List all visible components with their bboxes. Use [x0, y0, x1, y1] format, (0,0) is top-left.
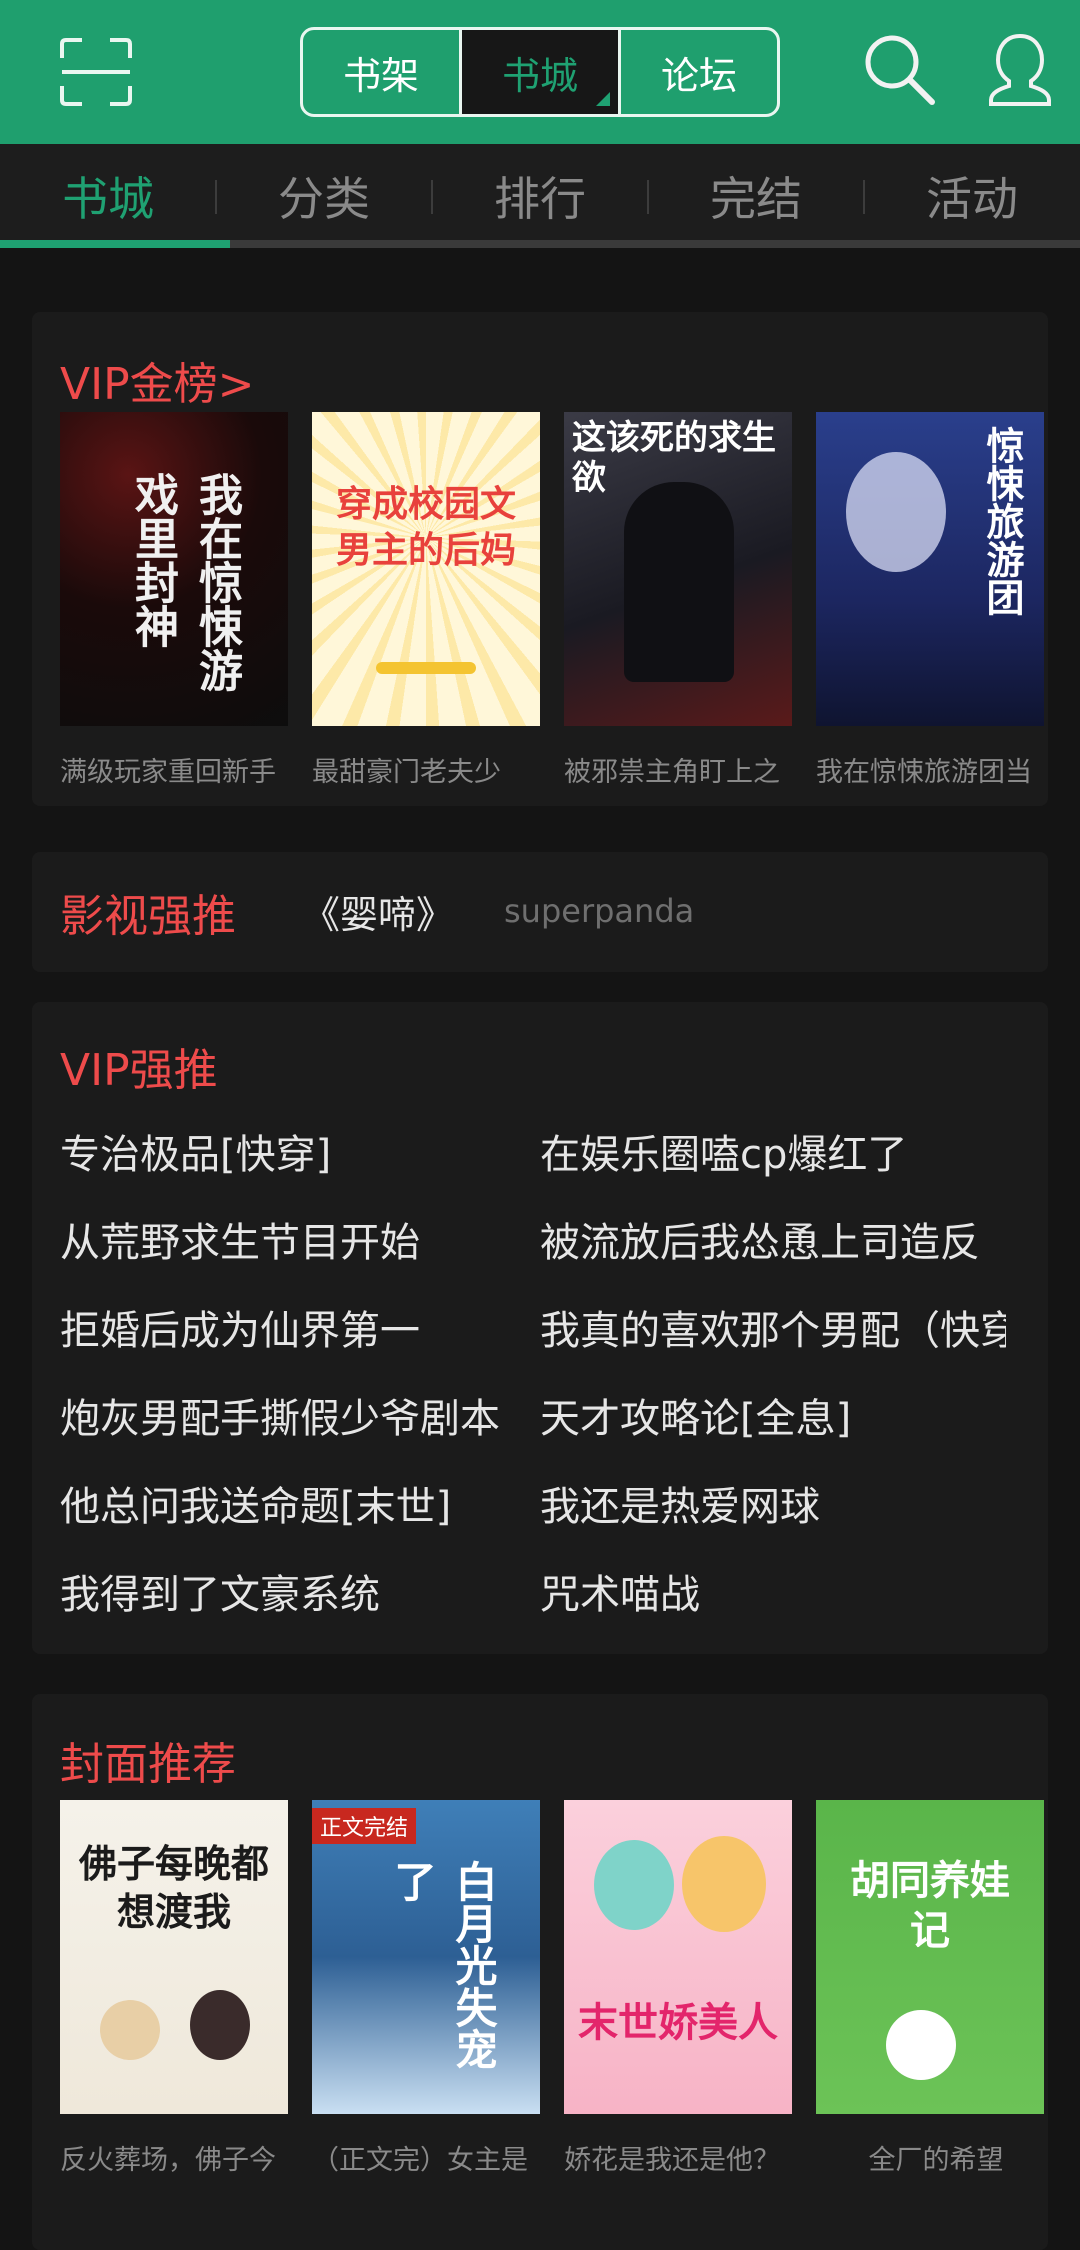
- cover-title: 胡同养娃记: [850, 1858, 1010, 1954]
- vip-gold-title[interactable]: VIP金榜>: [60, 348, 254, 412]
- book-cover: 我在惊悚游戏里封神: [60, 412, 288, 726]
- list-item[interactable]: 咒术喵战: [540, 1562, 1006, 1620]
- list-item[interactable]: 我还是热爱网球: [540, 1474, 1006, 1532]
- segment-bookstore-label: 书城: [501, 53, 578, 98]
- book-desc: 最甜豪门老夫少: [312, 757, 501, 788]
- list-item[interactable]: 天才攻略论[全息]: [540, 1386, 1006, 1444]
- tab-divider: [431, 180, 433, 214]
- book-cover: 惊悚旅游团: [816, 412, 1044, 726]
- cover-title: 这该死的求生欲: [572, 418, 776, 498]
- list-item[interactable]: 在娱乐圈嗑cp爆红了: [540, 1122, 1006, 1180]
- completed-badge: 正文完结: [312, 1808, 417, 1844]
- vip-push-section: VIP强推 专治极品[快穿] 从荒野求生节目开始 拒婚后成为仙界第一 炮灰男配手…: [32, 1002, 1048, 1654]
- book-item[interactable]: 胡同养娃记 全厂的希望: [816, 1800, 1044, 2177]
- book-desc: 满级玩家重回新手: [60, 757, 276, 788]
- tab-events[interactable]: 活动: [864, 144, 1080, 248]
- book-item[interactable]: 惊悚旅游团 我在惊悚旅游团当: [816, 412, 1044, 789]
- book-item[interactable]: 正文完结 白月光失宠了 （正文完）女主是: [312, 1800, 540, 2177]
- tab-rankings[interactable]: 排行: [432, 144, 648, 248]
- segment-bookstore[interactable]: 书城: [462, 30, 621, 114]
- cover-figure: [886, 2010, 956, 2080]
- list-item[interactable]: 拒婚后成为仙界第一: [60, 1298, 540, 1356]
- tab-label: 书城: [62, 172, 154, 226]
- film-book-title: 《婴啼》: [302, 893, 455, 937]
- list-item[interactable]: 专治极品[快穿]: [60, 1122, 540, 1180]
- book-item[interactable]: 这该死的求生欲 被邪祟主角盯上之: [564, 412, 792, 789]
- cover-figure: [846, 452, 946, 572]
- cover-title: 穿成校园文男主的后妈: [335, 484, 516, 571]
- book-desc: 被邪祟主角盯上之: [564, 757, 780, 788]
- cover-figure: [100, 2000, 160, 2060]
- book-cover: 末世娇美人: [564, 1800, 792, 2114]
- cover-figure: [594, 1840, 674, 1930]
- book-desc: （正文完）女主是: [312, 2145, 528, 2176]
- user-icon[interactable]: [985, 30, 1055, 110]
- cover-figure: [682, 1836, 766, 1932]
- tab-completed[interactable]: 完结: [648, 144, 864, 248]
- list-item[interactable]: 被流放后我怂恿上司造反: [540, 1210, 1006, 1268]
- tab-divider: [647, 180, 649, 214]
- book-cover: 这该死的求生欲: [564, 412, 792, 726]
- book-cover: 胡同养娃记: [816, 1800, 1044, 2114]
- tab-label: 排行: [494, 172, 586, 226]
- tab-divider: [215, 180, 217, 214]
- cover-title: 佛子每晚都想渡我: [78, 1842, 269, 1934]
- book-cover: 正文完结 白月光失宠了: [312, 1800, 540, 2114]
- segment-bookshelf[interactable]: 书架: [303, 30, 462, 114]
- cover-title: 白月光失宠了: [388, 1860, 498, 2070]
- tab-divider: [863, 180, 865, 214]
- book-item[interactable]: 穿成校园文男主的后妈 最甜豪门老夫少: [312, 412, 540, 789]
- vip-gold-section: VIP金榜> 我在惊悚游戏里封神 满级玩家重回新手 穿成校园文男主的后妈 最甜豪…: [32, 312, 1048, 806]
- cover-recommend-title: 封面推荐: [60, 1739, 236, 1790]
- book-item[interactable]: 佛子每晚都想渡我 反火葬场，佛子今: [60, 1800, 288, 2177]
- cover-title: 惊悚旅游团: [980, 426, 1024, 616]
- vip-gold-books: 我在惊悚游戏里封神 满级玩家重回新手 穿成校园文男主的后妈 最甜豪门老夫少 这该…: [60, 412, 1044, 792]
- list-item[interactable]: 他总问我送命题[末世]: [60, 1474, 540, 1532]
- cover-decoration: [376, 662, 476, 674]
- cover-recommend-section: 封面推荐 佛子每晚都想渡我 反火葬场，佛子今 正文完结 白月光失宠了 （正文完）…: [32, 1694, 1048, 2250]
- top-bar: 书架 书城 论坛: [0, 0, 1080, 144]
- list-item[interactable]: 炮灰男配手撕假少爷剧本: [60, 1386, 540, 1444]
- book-item[interactable]: 我在惊悚游戏里封神 满级玩家重回新手: [60, 412, 288, 789]
- book-desc: 我在惊悚旅游团当: [816, 757, 1032, 788]
- book-desc: 全厂的希望: [868, 2145, 1004, 2176]
- tab-indicator: [0, 240, 230, 248]
- list-item[interactable]: 我真的喜欢那个男配（快穿）: [540, 1298, 1006, 1356]
- book-desc: 反火葬场，佛子今: [60, 2145, 276, 2176]
- cover-figure: [190, 1990, 250, 2060]
- search-icon[interactable]: [860, 30, 940, 110]
- tab-label: 活动: [926, 172, 1018, 226]
- film-book-author: superpanda: [504, 892, 695, 930]
- film-recommend-label: 影视强推: [60, 891, 236, 942]
- book-item[interactable]: 末世娇美人 娇花是我还是他？: [564, 1800, 792, 2177]
- cover-title: 末世娇美人: [578, 2000, 778, 2046]
- cover-figure: [624, 482, 734, 682]
- book-cover: 佛子每晚都想渡我: [60, 1800, 288, 2114]
- cover-title: 我在惊悚游戏里封神: [127, 472, 242, 692]
- tab-label: 完结: [710, 172, 802, 226]
- book-cover: 穿成校园文男主的后妈: [312, 412, 540, 726]
- tab-label: 分类: [278, 172, 370, 226]
- book-desc: 娇花是我还是他？: [564, 2145, 780, 2176]
- tab-categories[interactable]: 分类: [216, 144, 432, 248]
- scan-icon[interactable]: [60, 38, 132, 106]
- vip-push-title: VIP强推: [60, 1045, 218, 1096]
- list-item[interactable]: 我得到了文豪系统: [60, 1562, 540, 1620]
- cover-recommend-books: 佛子每晚都想渡我 反火葬场，佛子今 正文完结 白月光失宠了 （正文完）女主是 末…: [60, 1800, 1044, 2180]
- dropdown-corner-icon: [596, 92, 610, 106]
- list-item[interactable]: 从荒野求生节目开始: [60, 1210, 540, 1268]
- category-tabs: 书城 分类 排行 完结 活动: [0, 144, 1080, 248]
- film-recommend-section[interactable]: 影视强推 《婴啼》 superpanda: [32, 852, 1048, 972]
- tab-bookstore[interactable]: 书城: [0, 144, 216, 248]
- section-switcher: 书架 书城 论坛: [300, 27, 780, 117]
- segment-forum[interactable]: 论坛: [621, 30, 777, 114]
